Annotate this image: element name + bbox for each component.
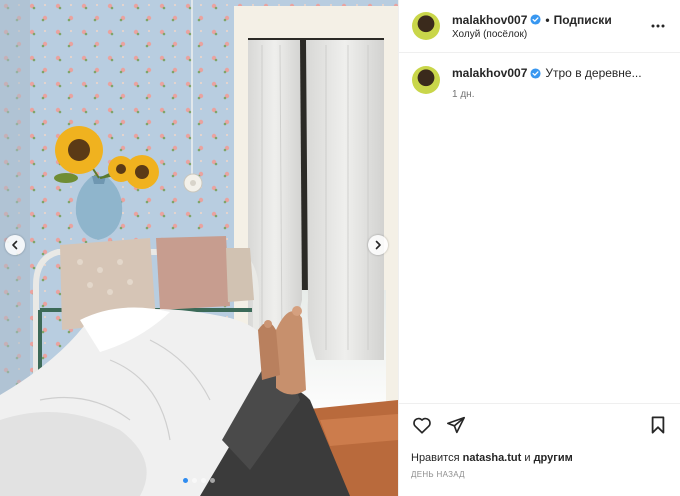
caption-line: malakhov007 Утро в деревне... bbox=[452, 66, 642, 80]
caption-text: Утро в деревне... bbox=[545, 66, 642, 80]
separator-dot: • bbox=[545, 12, 550, 27]
share-icon bbox=[447, 416, 465, 434]
caption-comment: malakhov007 Утро в деревне... 1 дн. bbox=[399, 53, 680, 100]
carousel-dot bbox=[192, 478, 197, 483]
action-icons bbox=[411, 404, 669, 446]
verified-badge-icon bbox=[530, 14, 541, 25]
avatar[interactable] bbox=[412, 66, 440, 94]
location-link[interactable]: Холуй (посёлок) bbox=[452, 29, 648, 40]
caption-body: malakhov007 Утро в деревне... 1 дн. bbox=[452, 66, 642, 100]
more-icon bbox=[651, 24, 665, 28]
liked-by-user[interactable]: natasha.tut bbox=[463, 452, 522, 464]
header-text: malakhov007 • Подписки Холуй (посёлок) bbox=[452, 13, 648, 40]
next-slide-button[interactable] bbox=[368, 235, 388, 255]
previous-slide-button[interactable] bbox=[5, 235, 25, 255]
bookmark-icon bbox=[651, 416, 665, 434]
post-header: malakhov007 • Подписки Холуй (посёлок) bbox=[399, 0, 680, 53]
post-date[interactable]: ДЕНЬ НАЗАД bbox=[411, 470, 669, 479]
likes-summary: Нравится natasha.tut и другим bbox=[411, 452, 669, 464]
likes-prefix: Нравится bbox=[411, 452, 460, 464]
chevron-right-icon bbox=[375, 240, 381, 250]
share-button[interactable] bbox=[445, 414, 467, 436]
post-actions: Нравится natasha.tut и другим ДЕНЬ НАЗАД bbox=[399, 403, 680, 479]
avatar[interactable] bbox=[412, 12, 440, 40]
caption-time[interactable]: 1 дн. bbox=[452, 89, 642, 100]
carousel-dots bbox=[0, 478, 398, 483]
chevron-left-icon bbox=[12, 240, 18, 250]
post-side-panel: malakhov007 • Подписки Холуй (посёлок) m… bbox=[398, 0, 680, 496]
carousel-dot bbox=[201, 478, 206, 483]
more-options-button[interactable] bbox=[648, 16, 668, 36]
verified-badge-icon bbox=[530, 67, 541, 79]
save-button[interactable] bbox=[647, 414, 669, 436]
header-row: malakhov007 • Подписки bbox=[452, 13, 648, 27]
likes-others[interactable]: другим bbox=[534, 452, 573, 464]
photo-scene bbox=[0, 0, 398, 496]
likes-and: и bbox=[524, 452, 531, 464]
author-username[interactable]: malakhov007 bbox=[452, 13, 527, 27]
heart-icon bbox=[413, 417, 431, 434]
carousel-dot bbox=[183, 478, 188, 483]
carousel-dot bbox=[210, 478, 215, 483]
instagram-post: malakhov007 • Подписки Холуй (посёлок) m… bbox=[0, 0, 680, 496]
caption-username[interactable]: malakhov007 bbox=[452, 66, 527, 80]
post-photo[interactable] bbox=[0, 0, 398, 496]
following-button[interactable]: Подписки bbox=[554, 13, 612, 27]
like-button[interactable] bbox=[411, 414, 433, 436]
